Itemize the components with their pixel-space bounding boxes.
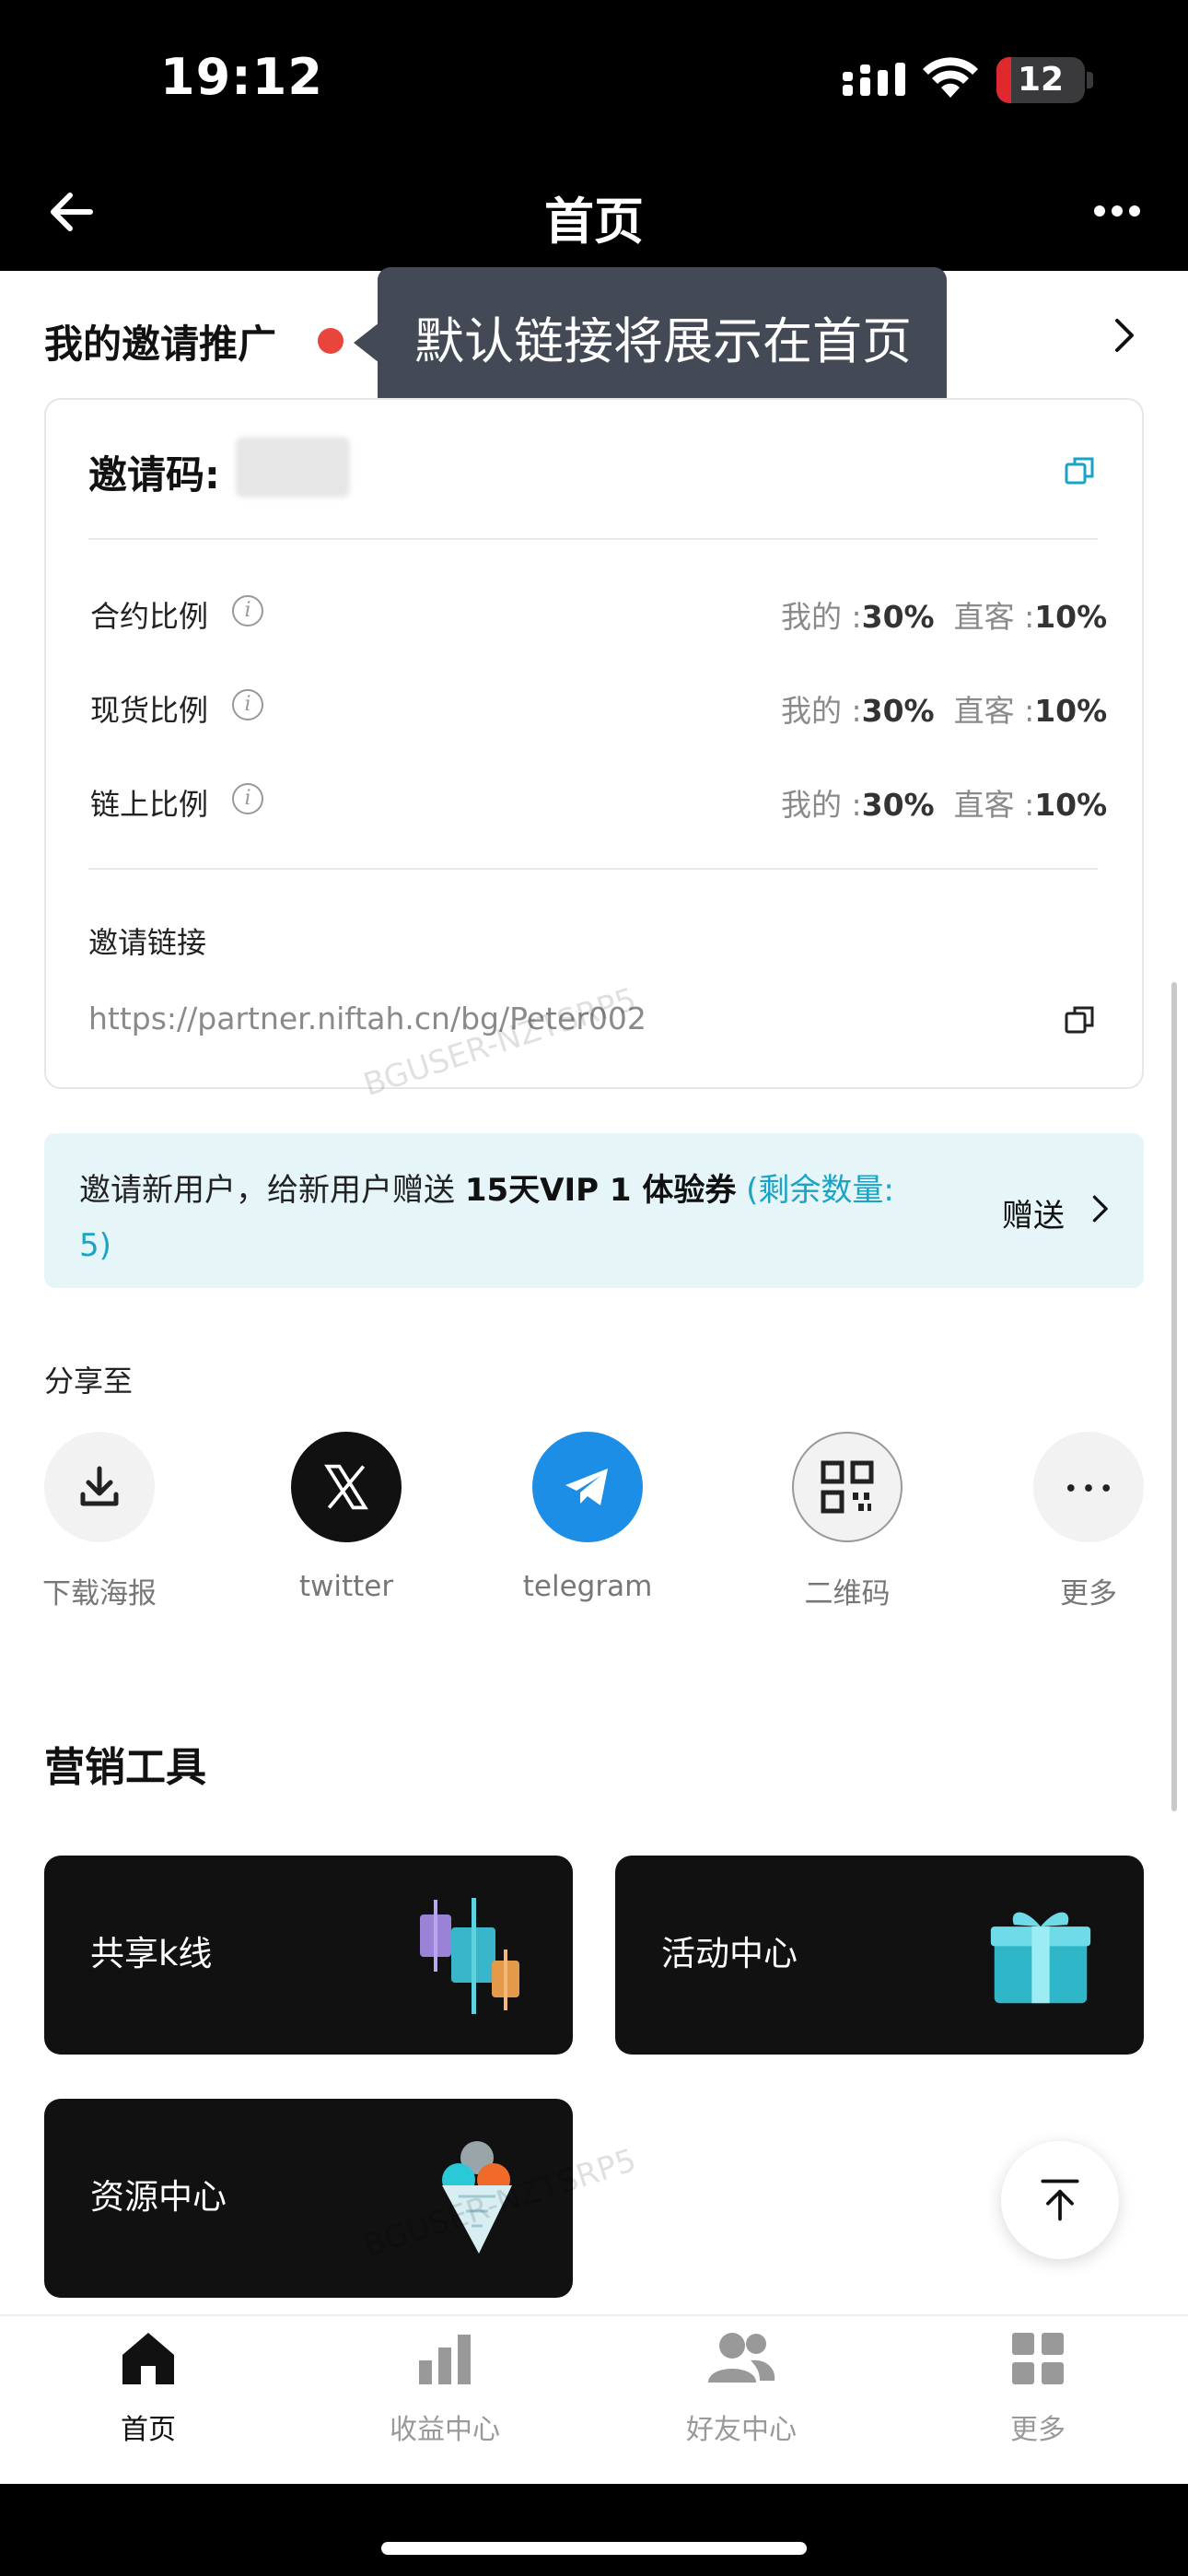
home-icon [122,2333,174,2384]
home-indicator-area [0,2484,1188,2576]
spot-ratio-label: 现货比例 [90,693,209,728]
home-indicator[interactable] [381,2542,807,2555]
status-time: 19:12 [160,48,323,106]
info-icon[interactable]: i [232,595,263,626]
banner-remaining-count: 5) [79,1227,111,1264]
tool-label: 共享k线 [90,1934,213,1973]
banner-text: 邀请新用户，给新用户赠送 15天VIP 1 体验券 (剩余数量: 5) [79,1163,963,1273]
copy-icon[interactable] [1065,455,1096,486]
share-more[interactable]: 更多 [1006,1432,1171,1611]
tool-activity-center[interactable]: 活动中心 [615,1856,1144,2055]
direct-value: 10% [1034,787,1108,823]
share-download-poster[interactable]: 下载海报 [17,1432,182,1611]
tab-earnings-center[interactable]: 收益中心 [297,2329,593,2447]
grid-icon [1012,2333,1064,2384]
tab-label: 好友中心 [686,2414,797,2446]
battery-cap [1087,72,1093,88]
share-twitter[interactable]: twitter [263,1432,429,1603]
red-dot-badge [318,328,344,354]
share-label: 二维码 [804,1577,891,1610]
more-menu-icon[interactable] [1094,205,1140,217]
contract-ratio-value: 我的 :30% 直客 :10% [781,592,1107,637]
tab-more[interactable]: 更多 [890,2329,1186,2447]
tooltip: 默认链接将展示在首页 [378,267,947,416]
tool-shared-kline[interactable]: 共享k线 [44,1856,573,2055]
battery-icon: 12 [996,57,1085,103]
direct-label: 直客 : [953,599,1035,635]
tab-label: 更多 [1010,2414,1066,2446]
direct-label: 直客 : [953,787,1035,823]
tab-label: 首页 [121,2414,176,2446]
invite-code-blurred [236,437,350,498]
share-label: twitter [298,1570,394,1603]
back-to-top-button[interactable] [1001,2141,1119,2259]
chevron-right-icon[interactable] [1089,1192,1111,1225]
invite-code-label: 邀请码: [88,452,220,498]
qr-code-icon [792,1432,903,1542]
share-title: 分享至 [44,1364,134,1399]
share-label: 下载海报 [42,1577,157,1610]
telegram-icon [532,1432,643,1542]
info-icon[interactable]: i [232,783,263,814]
arrow-up-to-top-icon [1041,2179,1079,2221]
invite-section-title: 我的邀请推广 [44,322,277,367]
invite-link-label: 邀请链接 [88,925,207,960]
tab-label: 收益中心 [390,2414,500,2446]
mine-value: 30% [861,693,935,729]
mine-value: 30% [861,787,935,823]
invite-card [44,398,1144,1089]
page-title: 首页 [544,193,644,251]
tab-home[interactable]: 首页 [0,2329,297,2447]
divider [88,868,1098,870]
tools-title: 营销工具 [44,1744,206,1791]
mine-label: 我的 : [781,693,862,729]
download-icon [44,1432,155,1542]
chevron-right-icon[interactable] [1110,317,1137,354]
mine-label: 我的 : [781,787,862,823]
spot-ratio-value: 我的 :30% 直客 :10% [781,686,1107,731]
scrollbar[interactable] [1171,982,1177,1811]
contract-ratio-label: 合约比例 [90,599,209,634]
onchain-ratio-value: 我的 :30% 直客 :10% [781,780,1107,825]
cellular-signal-icon [843,63,905,96]
share-qr-code[interactable]: 二维码 [764,1432,930,1611]
share-telegram[interactable]: telegram [505,1432,670,1603]
direct-label: 直客 : [953,693,1035,729]
mine-label: 我的 : [781,599,862,635]
friends-icon [708,2333,775,2383]
banner-text-a: 邀请新用户，给新用户赠送 [79,1172,455,1209]
bar-chart-icon [419,2335,471,2384]
more-icon [1033,1432,1144,1542]
share-label: 更多 [1060,1577,1117,1610]
battery-level: 12 [1017,61,1065,99]
x-logo-icon [291,1432,402,1542]
tab-friends-center[interactable]: 好友中心 [593,2329,890,2447]
tool-label: 活动中心 [661,1934,798,1973]
banner-remaining-label: (剩余数量: [746,1172,894,1209]
copy-link-icon[interactable] [1065,1004,1096,1036]
wifi-icon [923,57,978,98]
kline-3d-icon [420,1898,519,2014]
divider [88,538,1098,540]
tool-label: 资源中心 [90,2177,227,2217]
mine-value: 30% [861,599,935,635]
info-icon[interactable]: i [232,689,263,720]
gift-send-button[interactable]: 赠送 [1002,1190,1065,1235]
onchain-ratio-label: 链上比例 [90,787,209,822]
banner-text-b: 15天VIP 1 体验券 [464,1172,737,1209]
share-label: telegram [522,1570,653,1603]
tooltip-arrow [354,322,379,363]
gift-box-icon [990,1912,1091,2004]
direct-value: 10% [1034,599,1108,635]
direct-value: 10% [1034,693,1108,729]
